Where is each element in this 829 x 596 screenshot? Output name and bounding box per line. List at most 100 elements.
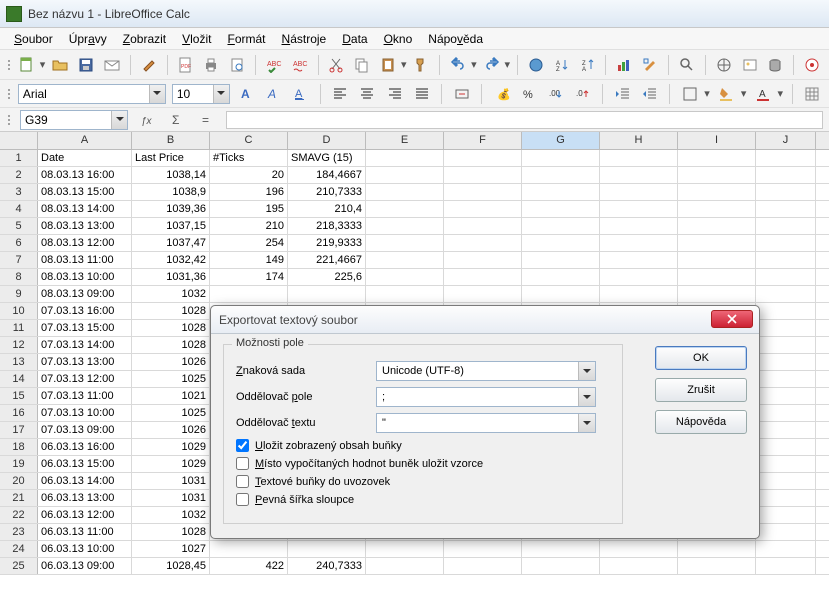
auto-spellcheck-button[interactable]: ABC [289,54,311,76]
column-header-E[interactable]: E [366,132,444,149]
cell[interactable] [756,371,816,387]
new-doc-button[interactable] [16,54,38,76]
row-header[interactable]: 2 [0,167,38,183]
sort-desc-button[interactable]: ZA [577,54,599,76]
menu-upravy[interactable]: Úpravy [63,30,113,48]
cell[interactable] [444,167,522,183]
fontcolor-button[interactable]: A [752,83,773,105]
cell[interactable]: 08.03.13 14:00 [38,201,132,217]
cell[interactable]: 08.03.13 12:00 [38,235,132,251]
copy-button[interactable] [351,54,373,76]
cell[interactable] [444,184,522,200]
toolbar-grip[interactable] [6,115,12,125]
menu-okno[interactable]: Okno [378,30,419,48]
add-decimal-button[interactable]: .00 [545,83,566,105]
formula-input[interactable] [226,111,823,129]
cell[interactable] [366,184,444,200]
cell[interactable]: 08.03.13 13:00 [38,218,132,234]
cell[interactable] [756,303,816,319]
cell[interactable] [444,286,522,302]
chart-button[interactable] [613,54,635,76]
cell[interactable]: 174 [210,269,288,285]
save-formulas-input[interactable] [236,457,249,470]
row-header[interactable]: 10 [0,303,38,319]
cell[interactable] [288,286,366,302]
cell-reference-input[interactable] [21,111,111,129]
edit-mode-button[interactable] [138,54,160,76]
cell[interactable]: 06.03.13 12:00 [38,507,132,523]
cell[interactable]: 1039,36 [132,201,210,217]
row-header[interactable]: 24 [0,541,38,557]
cell[interactable]: 221,4667 [288,252,366,268]
cell[interactable] [756,524,816,540]
row-header[interactable]: 11 [0,320,38,336]
cell[interactable] [210,541,288,557]
cell[interactable]: 07.03.13 13:00 [38,354,132,370]
cell[interactable] [366,167,444,183]
open-button[interactable] [49,54,71,76]
cell[interactable] [756,439,816,455]
cell[interactable]: 08.03.13 16:00 [38,167,132,183]
cell[interactable]: 06.03.13 16:00 [38,439,132,455]
cell[interactable] [756,354,816,370]
cell[interactable]: 1032,42 [132,252,210,268]
column-header-F[interactable]: F [444,132,522,149]
row-header[interactable]: 21 [0,490,38,506]
cell[interactable]: 1021 [132,388,210,404]
chevron-down-icon[interactable] [149,85,165,103]
column-header-D[interactable]: D [288,132,366,149]
merge-cells-button[interactable] [451,83,472,105]
cell[interactable]: 184,4667 [288,167,366,183]
cell[interactable]: 07.03.13 12:00 [38,371,132,387]
row-header[interactable]: 25 [0,558,38,574]
menu-nastroje[interactable]: Nástroje [276,30,333,48]
row-header[interactable]: 8 [0,269,38,285]
cell[interactable]: 1031,36 [132,269,210,285]
cell[interactable]: 254 [210,235,288,251]
cell[interactable] [756,405,816,421]
cell[interactable] [756,507,816,523]
cell[interactable] [756,490,816,506]
cell[interactable] [444,558,522,574]
toolbar-grip[interactable] [6,89,12,99]
cell[interactable]: 1029 [132,456,210,472]
borders-button[interactable] [679,83,700,105]
row-header[interactable]: 12 [0,337,38,353]
cell[interactable]: 1027 [132,541,210,557]
cell[interactable]: 225,6 [288,269,366,285]
align-left-button[interactable] [330,83,351,105]
redo-button[interactable] [481,54,503,76]
row-header[interactable]: 20 [0,473,38,489]
cell[interactable]: 07.03.13 11:00 [38,388,132,404]
cell[interactable] [288,541,366,557]
menu-soubor[interactable]: Soubor [8,30,59,48]
cell[interactable] [522,235,600,251]
sort-asc-button[interactable]: AZ [551,54,573,76]
cell[interactable] [522,150,600,166]
cell[interactable] [600,167,678,183]
cell[interactable]: 08.03.13 11:00 [38,252,132,268]
cell[interactable]: 210,4 [288,201,366,217]
cell[interactable] [756,167,816,183]
cell[interactable] [366,201,444,217]
column-header-J[interactable]: J [756,132,816,149]
chevron-down-icon[interactable] [578,388,595,406]
cell[interactable] [366,150,444,166]
undo-button[interactable] [447,54,469,76]
cell[interactable] [756,201,816,217]
cell[interactable] [678,150,756,166]
cell[interactable]: 1028 [132,303,210,319]
save-formulas-checkbox[interactable]: Místo vypočítaných hodnot buněk uložit v… [236,457,610,470]
column-header-I[interactable]: I [678,132,756,149]
cell[interactable] [600,201,678,217]
underline-button[interactable]: A [290,83,311,105]
cell[interactable] [756,184,816,200]
cell[interactable]: 06.03.13 11:00 [38,524,132,540]
cell[interactable]: 196 [210,184,288,200]
cell[interactable] [366,269,444,285]
cell[interactable]: 07.03.13 14:00 [38,337,132,353]
spellcheck-button[interactable]: ABC [263,54,285,76]
cell[interactable]: 210 [210,218,288,234]
align-center-button[interactable] [357,83,378,105]
cell[interactable]: 20 [210,167,288,183]
